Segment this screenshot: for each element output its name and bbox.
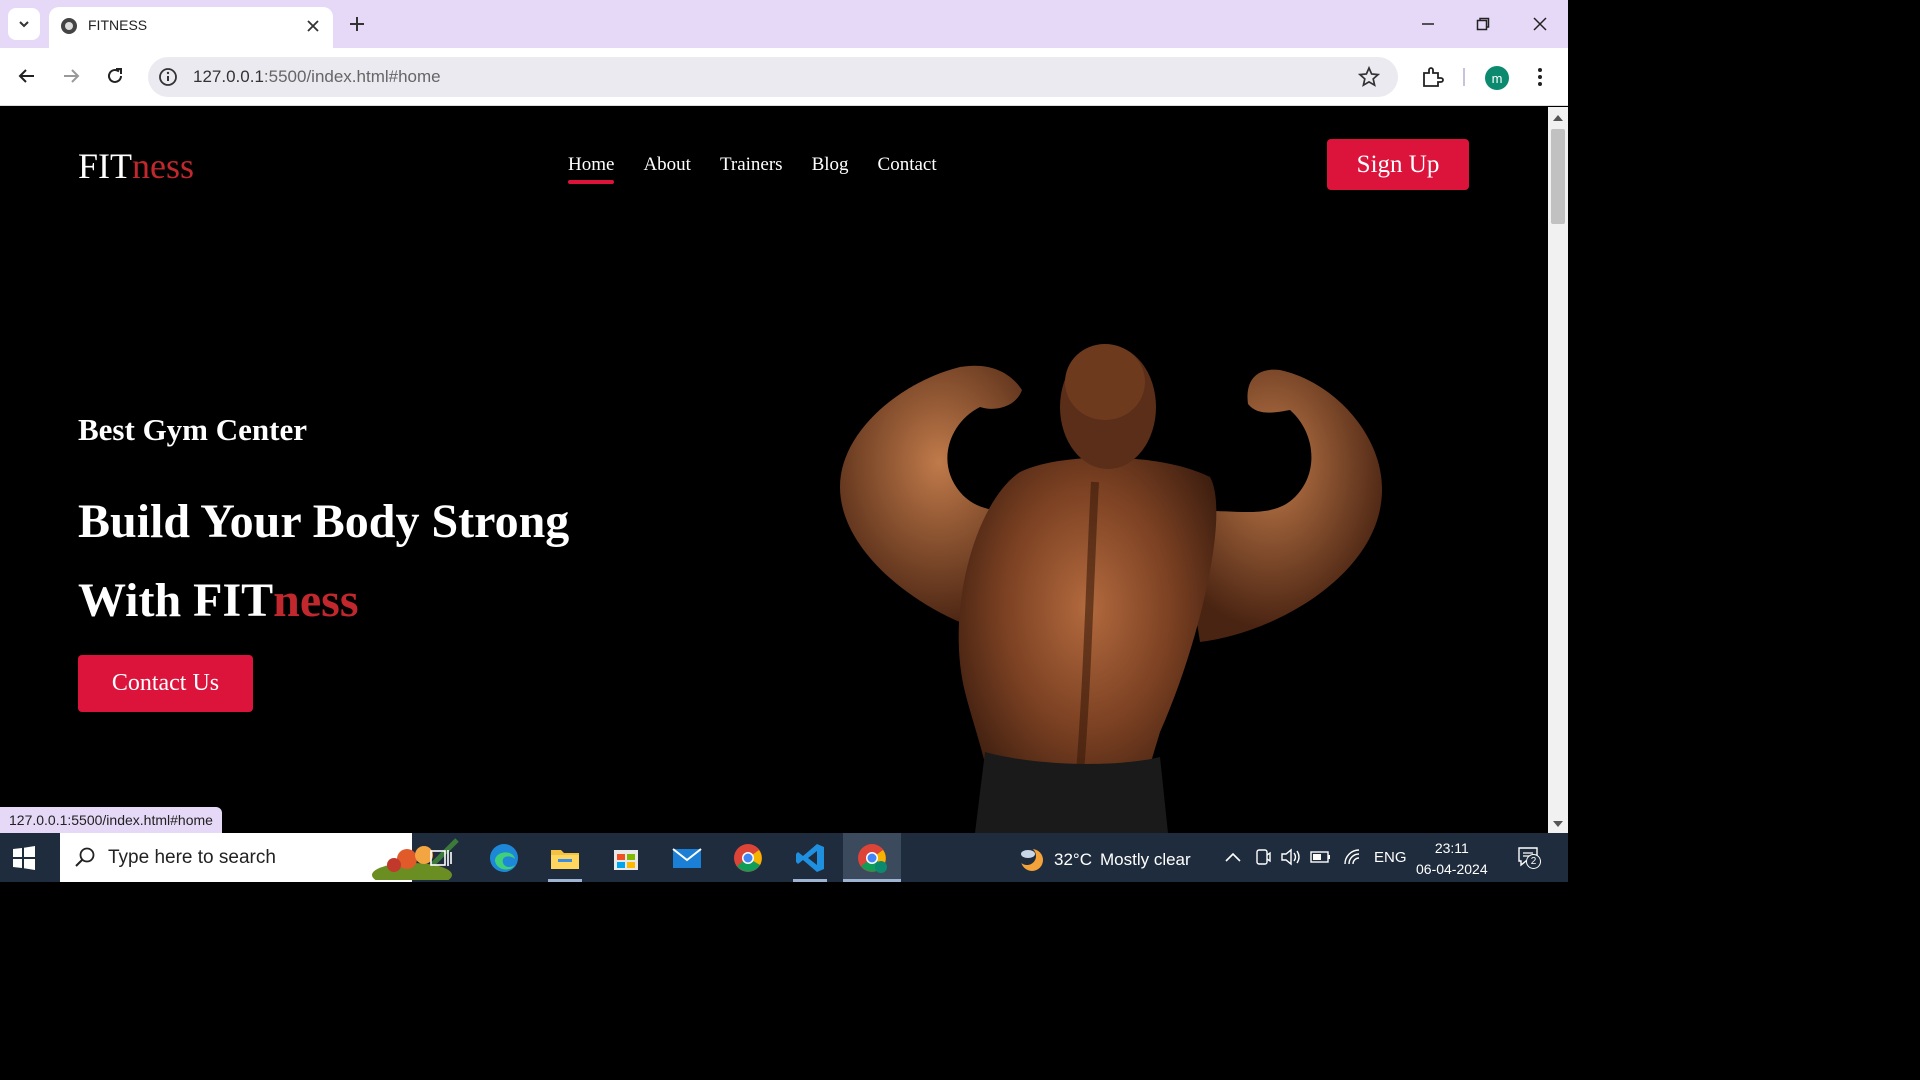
url-text: 127.0.0.1:5500/index.html#home <box>193 67 441 87</box>
bodybuilder-image <box>840 344 1383 833</box>
nav-link-blog[interactable]: Blog <box>812 154 849 184</box>
file-explorer-icon[interactable] <box>548 841 582 875</box>
url-path: :5500/index.html#home <box>263 67 441 86</box>
link-status-bubble: 127.0.0.1:5500/index.html#home <box>0 807 222 833</box>
chrome-active-indicator <box>843 879 901 882</box>
more-vertical-icon <box>1538 68 1542 86</box>
nav-link-contact[interactable]: Contact <box>878 154 937 184</box>
task-view-icon[interactable] <box>424 841 458 875</box>
show-hidden-icons-chevron-up-icon[interactable] <box>1224 850 1242 864</box>
weather-temperature: 32°C <box>1054 850 1092 869</box>
hero-title-accent: ness <box>273 574 359 627</box>
clock-time: 23:11 <box>1434 840 1469 856</box>
search-placeholder: Type here to search <box>108 847 276 868</box>
windows-taskbar: Type here to search 32°C Mostly clear EN… <box>0 833 1568 882</box>
scroll-up-arrow-icon[interactable] <box>1553 115 1563 121</box>
weather-widget[interactable]: 32°C Mostly clear <box>1016 845 1191 875</box>
browser-tab-strip: FITNESS <box>0 0 1568 48</box>
taskbar-search-box[interactable]: Type here to search <box>60 833 459 882</box>
wifi-icon[interactable] <box>1342 847 1364 867</box>
logo-accent-text: ness <box>132 146 194 186</box>
arrow-left-icon <box>18 69 34 83</box>
notification-count-badge: 2 <box>1526 854 1541 869</box>
plus-icon <box>350 17 364 31</box>
close-tab-icon[interactable] <box>303 16 323 36</box>
toolbar-separator <box>1463 68 1465 86</box>
minimize-button[interactable] <box>1408 8 1448 40</box>
edge-browser-icon[interactable] <box>487 841 521 875</box>
contact-us-button[interactable]: Contact Us <box>78 655 253 712</box>
windows-start-icon[interactable] <box>10 844 38 872</box>
weather-description: Mostly clear <box>1099 850 1191 869</box>
minimize-icon <box>1422 23 1434 25</box>
nav-link-about[interactable]: About <box>643 154 691 184</box>
new-tab-button[interactable] <box>344 11 370 37</box>
web-page: FITness Home About Trainers Blog Contact… <box>0 107 1548 833</box>
meet-now-icon[interactable] <box>1254 847 1272 867</box>
taskbar-clock[interactable]: 23:11 06-04-2024 <box>1416 838 1488 880</box>
hero-title-line-2: With FITness <box>78 561 569 640</box>
browser-toolbar: 127.0.0.1:5500/index.html#home m <box>0 48 1568 106</box>
close-window-button[interactable] <box>1520 8 1560 40</box>
extensions-puzzle-icon[interactable] <box>1420 65 1444 89</box>
reload-icon <box>108 68 122 83</box>
vscode-running-indicator <box>793 879 827 882</box>
battery-icon[interactable] <box>1310 849 1332 865</box>
chrome-profile-icon <box>858 844 887 873</box>
moon-cloud-icon <box>1018 847 1043 871</box>
close-icon <box>1533 17 1547 31</box>
hero-kicker: Best Gym Center <box>78 412 307 447</box>
bookmark-star-icon[interactable] <box>1358 66 1380 88</box>
site-favicon-icon <box>61 18 77 34</box>
browser-menu-button[interactable] <box>1530 65 1550 89</box>
hero-title-line-1: Build Your Body Strong <box>78 495 570 548</box>
back-button[interactable] <box>12 61 42 91</box>
profile-avatar[interactable]: m <box>1485 66 1509 90</box>
forward-button[interactable] <box>56 61 86 91</box>
site-info-icon[interactable] <box>158 67 178 87</box>
browser-tab[interactable]: FITNESS <box>49 7 333 48</box>
tab-title: FITNESS <box>88 17 148 33</box>
restore-button[interactable] <box>1463 8 1503 40</box>
reload-button[interactable] <box>100 61 130 91</box>
sign-up-button[interactable]: Sign Up <box>1327 139 1469 190</box>
screen: FITNESS 127.0.0.1:5500/index.html#home m… <box>0 0 1568 882</box>
nav-link-trainers[interactable]: Trainers <box>720 154 783 184</box>
logo-main-text: FIT <box>78 146 132 186</box>
search-icon <box>75 847 95 867</box>
input-language[interactable]: ENG <box>1374 849 1407 866</box>
mail-icon[interactable] <box>670 841 704 875</box>
nav-link-home[interactable]: Home <box>568 154 615 184</box>
page-scrollbar[interactable] <box>1548 107 1568 833</box>
hero-title: Build Your Body Strong With FITness <box>78 482 569 640</box>
chrome-icon[interactable] <box>731 841 765 875</box>
scroll-down-arrow-icon[interactable] <box>1553 821 1563 827</box>
clock-date: 06-04-2024 <box>1416 861 1488 877</box>
arrow-right-icon <box>64 69 80 83</box>
site-logo[interactable]: FITness <box>78 145 194 187</box>
file-explorer-running-indicator <box>548 879 582 882</box>
main-nav: Home About Trainers Blog Contact <box>568 154 937 184</box>
address-bar[interactable]: 127.0.0.1:5500/index.html#home <box>148 57 1398 97</box>
notification-center-button[interactable]: 2 <box>1517 846 1541 869</box>
url-host: 127.0.0.1 <box>193 67 264 86</box>
chrome-profile-taskbar-item[interactable] <box>843 833 901 882</box>
microsoft-store-icon[interactable] <box>609 841 643 875</box>
restore-icon <box>1476 17 1490 31</box>
scrollbar-thumb[interactable] <box>1551 129 1565 224</box>
vscode-icon[interactable] <box>793 841 827 875</box>
chevron-down-icon <box>19 21 29 28</box>
tab-search-button[interactable] <box>8 8 40 40</box>
speaker-volume-icon[interactable] <box>1280 847 1302 867</box>
hero-title-prefix: With FIT <box>78 574 274 627</box>
